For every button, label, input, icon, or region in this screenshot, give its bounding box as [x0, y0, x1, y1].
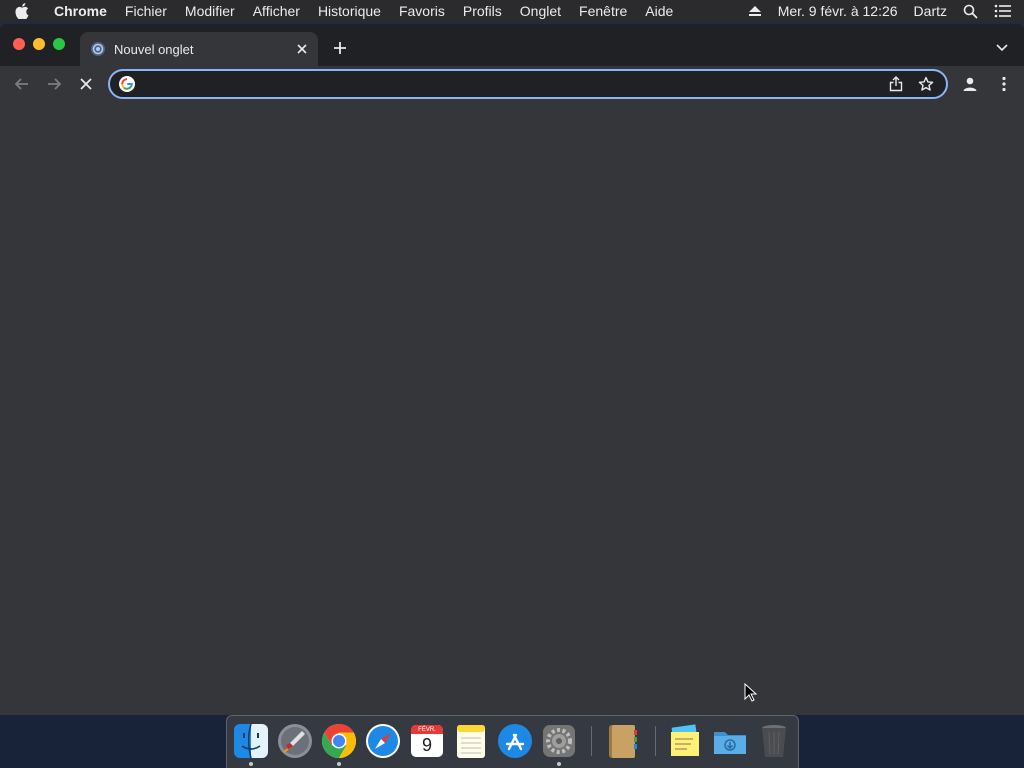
dock-stickies-icon[interactable] [667, 722, 705, 760]
tab-search-chevron-icon[interactable] [990, 36, 1014, 60]
menu-profils[interactable]: Profils [454, 3, 511, 19]
dock-notes-icon[interactable] [452, 722, 490, 760]
tab-close-icon[interactable] [292, 39, 312, 59]
dock-safari-icon[interactable] [364, 722, 402, 760]
menu-aide[interactable]: Aide [636, 3, 682, 19]
google-g-icon [119, 76, 135, 92]
dock-running-indicator [337, 762, 341, 766]
dock: FÉVR. 9 [226, 715, 799, 768]
dock-finder-icon[interactable] [232, 722, 270, 760]
menu-fichier[interactable]: Fichier [116, 3, 176, 19]
window-minimize-button[interactable] [33, 38, 45, 50]
dock-system-preferences-icon[interactable] [540, 722, 578, 760]
address-bar[interactable] [108, 69, 948, 99]
dock-app-store-icon[interactable] [496, 722, 534, 760]
menu-bar-status-area: Mer. 9 févr. à 12:26 Dartz [740, 0, 1024, 22]
more-menu-icon[interactable] [990, 70, 1018, 98]
menu-afficher[interactable]: Afficher [244, 3, 309, 19]
bookmark-star-icon[interactable] [912, 71, 940, 97]
mouse-cursor-icon [744, 682, 758, 703]
calendar-day: 9 [421, 735, 432, 755]
stop-loading-icon[interactable] [72, 70, 100, 98]
back-arrow-icon[interactable] [8, 70, 36, 98]
new-tab-button[interactable] [328, 36, 352, 60]
tab-strip: Nouvel onglet [0, 24, 1024, 66]
dock-trash-icon[interactable] [755, 722, 793, 760]
share-icon[interactable] [882, 71, 910, 97]
menu-app-name[interactable]: Chrome [44, 3, 116, 19]
address-input[interactable] [142, 73, 882, 95]
eject-icon[interactable] [740, 5, 770, 17]
tab-title: Nouvel onglet [114, 41, 194, 57]
browser-window: Nouvel onglet [0, 24, 1024, 715]
dock-launchpad-icon[interactable] [276, 722, 314, 760]
menu-historique[interactable]: Historique [309, 3, 390, 19]
apple-icon[interactable] [0, 3, 44, 19]
dock-running-indicator [249, 762, 253, 766]
page-content[interactable] [0, 102, 1024, 715]
menu-fenetre[interactable]: Fenêtre [570, 3, 636, 19]
profile-icon[interactable] [956, 70, 984, 98]
dock-contacts-icon[interactable] [603, 722, 641, 760]
menu-modifier[interactable]: Modifier [176, 3, 244, 19]
dock-separator [591, 726, 592, 756]
menu-bar: Chrome Fichier Modifier Afficher Histori… [0, 0, 1024, 22]
menu-onglet[interactable]: Onglet [511, 3, 570, 19]
dock-running-indicator [557, 762, 561, 766]
clock[interactable]: Mer. 9 févr. à 12:26 [770, 3, 906, 19]
dock-downloads-folder-icon[interactable] [711, 722, 749, 760]
user-name[interactable]: Dartz [906, 3, 955, 19]
calendar-month: FÉVR. [418, 727, 436, 733]
window-maximize-button[interactable] [53, 38, 65, 50]
notification-center-icon[interactable] [986, 4, 1024, 18]
forward-arrow-icon[interactable] [40, 70, 68, 98]
tab-nouvel-onglet[interactable]: Nouvel onglet [80, 32, 318, 66]
dock-chrome-icon[interactable] [320, 722, 358, 760]
menu-favoris[interactable]: Favoris [390, 3, 454, 19]
dock-separator [655, 726, 656, 756]
window-close-button[interactable] [13, 38, 25, 50]
spotlight-search-icon[interactable] [955, 4, 986, 19]
dock-calendar-icon[interactable]: FÉVR. 9 [408, 722, 446, 760]
chrome-newtab-icon [90, 41, 106, 57]
browser-toolbar [0, 66, 1024, 102]
